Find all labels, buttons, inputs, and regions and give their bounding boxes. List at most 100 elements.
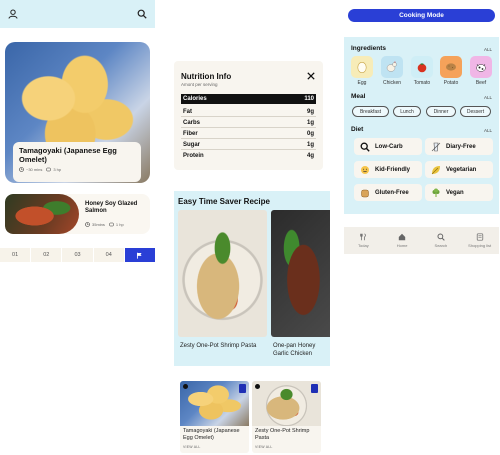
tab-today[interactable]: Today [344,227,383,254]
diet-vegan[interactable]: Vegan [425,184,493,201]
view-all-link[interactable]: VIEW ALL [255,445,273,449]
nutrition-label: Sugar [183,141,201,148]
ingredients-title: Ingredients [351,45,387,52]
nutrition-title: Nutrition Info [181,72,232,81]
mini-card-tamagoyaki[interactable]: Tamagoyaki (Japanese Egg Omelet) VIEW AL… [180,381,249,453]
hero-recipe-info[interactable]: Tamagoyaki (Japanese Egg Omelet) ~30 min… [13,142,141,182]
bookmark-icon[interactable] [311,384,318,393]
nutrition-value: 4g [306,153,314,159]
ingredients-all-link[interactable]: ALL [484,47,492,52]
user-icon[interactable] [6,7,20,21]
flag-icon [137,252,143,259]
ingredient-tomato[interactable]: Tomato [411,56,433,86]
clock-icon [85,222,90,227]
flag-button[interactable] [124,248,157,262]
recipe-card-salmon[interactable]: Honey Soy Glazed Salmon 35mins 1 hp [5,194,150,234]
diet-low-carb[interactable]: Low-Carb [354,138,422,155]
ingredient-egg[interactable]: Egg [351,56,373,86]
ingredient-label: Tomato [413,80,431,86]
status-dot [183,384,188,389]
list-icon [476,233,483,241]
tab-home[interactable]: Home [383,227,422,254]
tab-shopping-list[interactable]: Shopping list [460,227,499,254]
nutrition-label: Fat [183,108,192,115]
diet-diary-free[interactable]: Diary-Free [425,138,493,155]
diet-label: Vegetarian [446,166,477,173]
nutrition-value: 9g [306,108,314,115]
meal-title: Meal [351,93,366,100]
potato-icon [440,56,462,78]
close-icon[interactable] [307,72,315,80]
diet-label: Gluten-Free [375,189,409,196]
nutrition-row-fat: Fat 9g [181,107,316,117]
nutrition-label: Calories [183,96,207,102]
search-icon [359,141,370,152]
ingredient-label: Potato [443,80,459,86]
ingredient-chicken[interactable]: Chicken [381,56,403,86]
recipe-image-honey-garlic-chicken[interactable] [271,210,330,337]
servings-icon [46,167,51,172]
recipe-image-shrimp-pasta[interactable] [178,210,267,337]
diet-label: Kid-Friendly [375,166,411,173]
nutrition-panel: Nutrition Info Amont per serving Calorie… [174,61,323,170]
page-1[interactable]: 01 [0,248,32,262]
broccoli-icon [430,187,441,198]
easy-recipes-title: Easy Time Saver Recipe [178,197,270,206]
view-all-link[interactable]: VIEW ALL [183,445,201,449]
nutrition-label: Fiber [183,130,198,137]
meal-pill-breakfast[interactable]: Breakfast [352,106,389,117]
tomato-icon [411,56,433,78]
nutrition-value: 1g [306,141,314,148]
diet-all-link[interactable]: ALL [484,128,492,133]
diet-vegetarian[interactable]: Vegetarian [425,161,493,178]
meal-pill-lunch[interactable]: Lunch [393,106,421,117]
ingredient-potato[interactable]: Potato [440,56,462,86]
mini-card-title: Zesty One-Pot Shrimp Pasta [255,428,310,441]
nutrition-label: Carbs [183,119,201,126]
nutrition-value: 0g [306,130,314,137]
page-4[interactable]: 04 [93,248,125,262]
diet-gluten-free[interactable]: Gluten-Free [354,184,422,201]
home-icon [398,233,406,241]
cooking-mode-button[interactable]: Cooking Mode [348,9,495,22]
pagination: 01 02 03 04 [0,248,157,262]
bookmark-icon[interactable] [239,384,246,393]
hero-recipe-title: Tamagoyaki (Japanese Egg Omelet) [19,146,117,164]
salmon-time: 35mins [92,222,105,227]
search-bar[interactable] [0,0,155,28]
tab-search[interactable]: Search [422,227,461,254]
ingredient-beef[interactable]: Beef [470,56,492,86]
mini-card-shrimp-pasta[interactable]: Zesty One-Pot Shrimp Pasta VIEW ALL [252,381,321,453]
search-icon [437,233,445,241]
nutrition-value: 110 [304,96,314,102]
tab-label: Search [434,243,448,248]
egg-icon [351,56,373,78]
recipe-caption-shrimp-pasta[interactable]: Zesty One-Pot Shrimp Pasta [180,342,268,350]
chicken-icon [381,56,403,78]
page-2[interactable]: 02 [31,248,63,262]
bottom-tab-bar: Today Home Search Shopping list [344,227,499,254]
search-icon[interactable] [135,7,149,21]
nutrition-row-protein: Protein 4g [181,151,316,161]
salmon-title: Honey Soy Glazed Salmon [85,201,138,214]
diet-label: Vegan [446,189,464,196]
tab-label: Home [396,243,408,248]
meal-pill-dessert[interactable]: Dessert [460,106,491,117]
page-3[interactable]: 03 [62,248,94,262]
nutrition-subtitle: Amont per serving [181,82,218,87]
recipe-caption-honey-garlic-chicken[interactable]: One-pan Honey Garlic Chicken [273,342,330,358]
salmon-image [5,194,79,234]
meal-pill-dinner[interactable]: Dinner [426,106,456,117]
nutrition-row-calories: Calories 110 [181,94,316,104]
kid-icon [359,164,370,175]
meal-all-link[interactable]: ALL [484,95,492,100]
diet-title: Diet [351,126,364,133]
ingredient-label: Chicken [382,80,402,86]
nutrition-row-sugar: Sugar 1g [181,140,316,150]
salmon-servings: 1 hp [115,222,124,227]
ingredient-label: Egg [357,80,367,86]
diet-kid-friendly[interactable]: Kid-Friendly [354,161,422,178]
clock-icon [19,167,24,172]
nutrition-row-carbs: Carbs 1g [181,118,316,128]
status-dot [255,384,260,389]
